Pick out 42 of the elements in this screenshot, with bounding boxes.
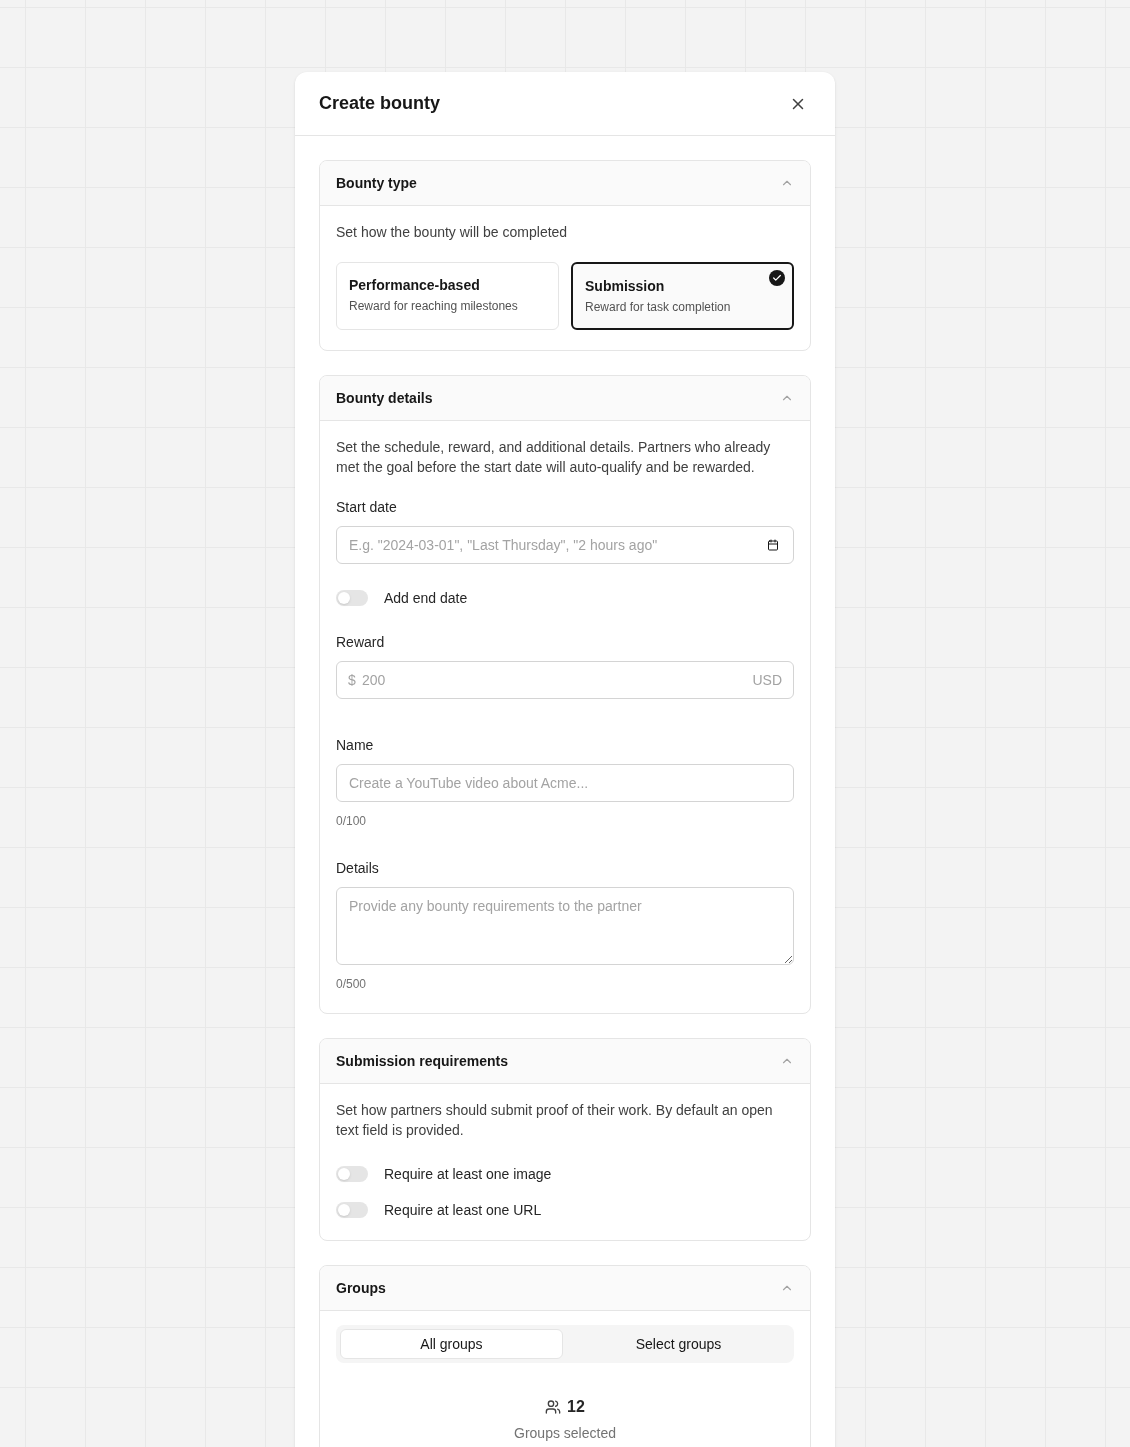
- type-option[interactable]: Submission Reward for task completion: [571, 262, 794, 330]
- users-icon: [545, 1399, 562, 1415]
- section-title: Submission requirements: [336, 1051, 508, 1071]
- character-counter: 0/100: [336, 813, 368, 830]
- group-count-caption: Groups selected: [514, 1424, 616, 1443]
- option-title: Submission: [585, 277, 666, 296]
- section-header[interactable]: Bounty type: [320, 161, 810, 206]
- start-date-field[interactable]: E.g. "2024-03-01", "Last Thursday", "2 hours ago": [336, 526, 794, 564]
- currency-suffix: USD: [752, 671, 782, 690]
- section-title: Groups: [336, 1278, 386, 1298]
- field-label: Start date: [336, 498, 398, 517]
- field-label: Reward: [336, 633, 386, 652]
- option-subtitle: Reward for reaching milestones: [349, 298, 519, 315]
- section-description: Set how the bounty will be completed: [336, 223, 569, 242]
- section-header[interactable]: Bounty details: [320, 376, 810, 421]
- details-field[interactable]: Provide any bounty requirements to the partner: [336, 887, 794, 965]
- section-title: Bounty type: [336, 173, 417, 193]
- dialog-title: Create bounty: [319, 92, 441, 115]
- section-header[interactable]: Groups: [320, 1266, 810, 1311]
- group-tab[interactable]: All groups: [340, 1329, 563, 1359]
- group-count: 12: [567, 1397, 585, 1417]
- section-description: Set how partners should submit proof of their work. By default an open text field is provided.: [336, 1101, 774, 1140]
- currency-prefix: $: [348, 671, 356, 690]
- toggle-switch[interactable]: [336, 590, 368, 606]
- toggle-label: Require at least one URL: [384, 1200, 542, 1220]
- section-title: Bounty details: [336, 388, 433, 408]
- option-subtitle: Reward for task completion: [585, 299, 732, 316]
- toggle-label: Require at least one image: [384, 1164, 552, 1184]
- section-header[interactable]: Submission requirements: [320, 1039, 810, 1084]
- check-icon: [769, 270, 785, 286]
- option-title: Performance-based: [349, 276, 481, 295]
- toggle-switch[interactable]: [336, 1202, 368, 1218]
- group-tab[interactable]: Select groups: [567, 1329, 790, 1359]
- name-field[interactable]: Create a YouTube video about Acme...: [336, 764, 794, 802]
- field-label: Name: [336, 736, 375, 755]
- calendar-icon: [767, 539, 779, 551]
- character-counter: 0/500: [336, 976, 368, 993]
- field-label: Details: [336, 859, 380, 878]
- type-option[interactable]: Performance-based Reward for reaching milestones: [336, 262, 559, 330]
- section-description: Set the schedule, reward, and additional details. Partners who already met the goal before the start date will auto-qualify and be rewarded.: [336, 438, 772, 477]
- toggle-switch[interactable]: [336, 1166, 368, 1182]
- toggle-label: Add end date: [384, 588, 468, 608]
